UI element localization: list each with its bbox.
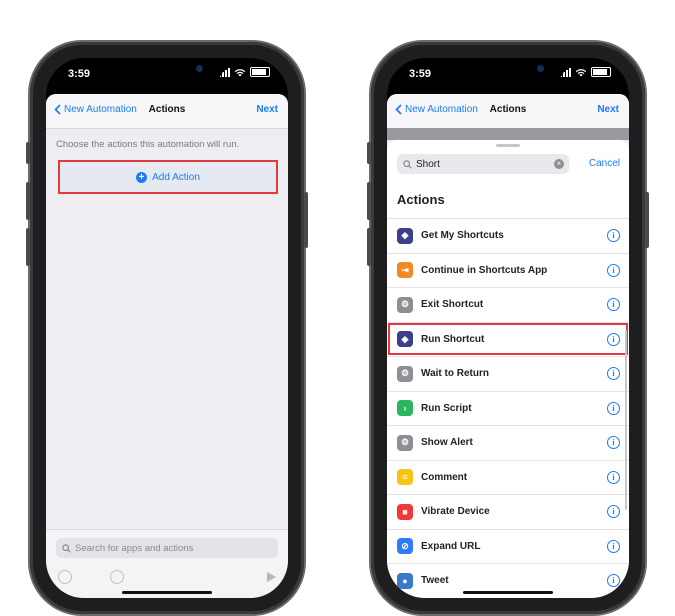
home-indicator: [463, 591, 553, 594]
page-title: Actions: [148, 104, 186, 115]
actions-sheet: New Automation Actions Next Choose the a…: [46, 94, 288, 598]
info-icon[interactable]: i: [607, 539, 620, 553]
dimmed-background: [387, 128, 629, 140]
action-label: Comment: [421, 471, 468, 483]
wifi-icon: [575, 68, 587, 76]
notch: [110, 58, 224, 82]
action-row[interactable]: ◆ Get My Shortcuts i: [387, 218, 629, 253]
gear-icon: ⚙: [397, 434, 413, 451]
add-action-highlight: + Add Action: [58, 160, 278, 194]
action-label: Tweet: [421, 575, 449, 587]
search-input[interactable]: Short ×: [397, 154, 569, 174]
info-icon[interactable]: i: [607, 401, 620, 415]
status-time: 3:59: [68, 68, 91, 80]
actions-sheet: New Automation Actions Next Short × Canc…: [387, 94, 629, 598]
info-icon[interactable]: i: [607, 574, 620, 587]
section-title: Actions: [397, 192, 445, 207]
action-row[interactable]: ⇥ Continue in Shortcuts App i: [387, 252, 629, 288]
action-row[interactable]: ⚙ Show Alert i: [387, 425, 629, 460]
toolbar: [58, 570, 276, 584]
nav-bar: New Automation Actions Next: [46, 94, 288, 129]
redo-icon[interactable]: [110, 570, 124, 584]
action-row[interactable]: ⊘ Expand URL i: [387, 528, 629, 564]
battery-icon: [591, 67, 611, 77]
info-icon[interactable]: i: [607, 470, 620, 484]
action-row[interactable]: ⚙ Wait to Return i: [387, 356, 629, 391]
action-label: Show Alert: [421, 437, 473, 449]
info-icon[interactable]: i: [607, 505, 620, 518]
action-row[interactable]: ◆ Run Shortcut i: [387, 321, 629, 357]
search-icon: [403, 159, 412, 169]
volume-up-button: [26, 182, 30, 220]
page-title: Actions: [489, 104, 527, 115]
comment-icon: ≡: [397, 469, 413, 486]
power-button: [304, 192, 308, 248]
next-button[interactable]: Next: [597, 104, 619, 115]
action-row[interactable]: › Run Script i: [387, 390, 629, 426]
next-button[interactable]: Next: [256, 104, 278, 115]
link-icon: ⊘: [397, 538, 413, 555]
vibrate-icon: ■: [397, 503, 413, 520]
action-label: Wait to Return: [421, 368, 489, 380]
continue-icon: ⇥: [397, 262, 413, 279]
wifi-icon: [234, 68, 246, 76]
side-button: [367, 142, 371, 164]
add-action-label: Add Action: [152, 171, 200, 183]
info-icon[interactable]: i: [607, 298, 620, 311]
home-indicator: [122, 591, 212, 594]
search-value: Short: [416, 158, 440, 170]
volume-down-button: [26, 228, 30, 266]
clear-icon[interactable]: ×: [554, 159, 564, 169]
volume-up-button: [367, 182, 371, 220]
search-placeholder: Search for apps and actions: [75, 542, 194, 554]
info-icon[interactable]: i: [607, 263, 620, 277]
info-icon[interactable]: i: [607, 229, 620, 242]
tweetbot-icon: ●: [397, 572, 413, 589]
shortcuts-icon: ◆: [397, 331, 413, 348]
shortcuts-icon: ◆: [397, 227, 413, 244]
action-row[interactable]: ⚙ Exit Shortcut i: [387, 287, 629, 322]
script-icon: ›: [397, 400, 413, 417]
cancel-button[interactable]: Cancel: [589, 158, 620, 169]
action-list: ◆ Get My Shortcuts i ⇥ Continue in Shortcuts…: [387, 218, 629, 598]
gear-icon: ⚙: [397, 365, 413, 382]
camera: [196, 65, 203, 72]
undo-icon[interactable]: [58, 570, 72, 584]
gear-icon: ⚙: [397, 296, 413, 313]
screen: 3:59 New Automation Actions Next Choose …: [46, 58, 288, 598]
battery-icon: [250, 67, 270, 77]
action-label: Exit Shortcut: [421, 299, 484, 311]
nav-bar: New Automation Actions Next: [387, 94, 629, 129]
grab-handle[interactable]: [496, 144, 520, 147]
bottom-bar: Search for apps and actions: [46, 529, 288, 598]
action-label: Vibrate Device: [421, 506, 490, 518]
action-label: Expand URL: [421, 540, 481, 552]
info-icon[interactable]: i: [607, 367, 620, 380]
plus-icon: +: [136, 171, 148, 183]
info-icon[interactable]: i: [607, 332, 620, 346]
screen: 3:59 New Automation Actions Next Short ×…: [387, 58, 629, 598]
search-icon: [62, 543, 71, 553]
camera: [537, 65, 544, 72]
play-icon[interactable]: [267, 572, 276, 582]
search-input[interactable]: Search for apps and actions: [56, 538, 278, 558]
volume-down-button: [367, 228, 371, 266]
action-label: Get My Shortcuts: [421, 230, 504, 242]
scrollbar[interactable]: [625, 330, 627, 510]
action-label: Run Script: [421, 402, 472, 414]
notch: [451, 58, 565, 82]
action-picker-panel: Short × Cancel Actions ◆ Get My Shortcuts…: [387, 140, 629, 598]
action-label: Run Shortcut: [421, 333, 485, 345]
status-time: 3:59: [409, 68, 432, 80]
power-button: [645, 192, 649, 248]
right-phone: 3:59 New Automation Actions Next Short ×…: [367, 42, 649, 614]
hint-text: Choose the actions this automation will …: [56, 139, 240, 150]
left-phone: 3:59 New Automation Actions Next Choose …: [26, 42, 308, 614]
action-row[interactable]: ≡ Comment i: [387, 459, 629, 495]
info-icon[interactable]: i: [607, 436, 620, 449]
add-action-button[interactable]: + Add Action: [136, 171, 200, 183]
side-button: [26, 142, 30, 164]
action-label: Continue in Shortcuts App: [421, 264, 548, 276]
action-row[interactable]: ■ Vibrate Device i: [387, 494, 629, 529]
